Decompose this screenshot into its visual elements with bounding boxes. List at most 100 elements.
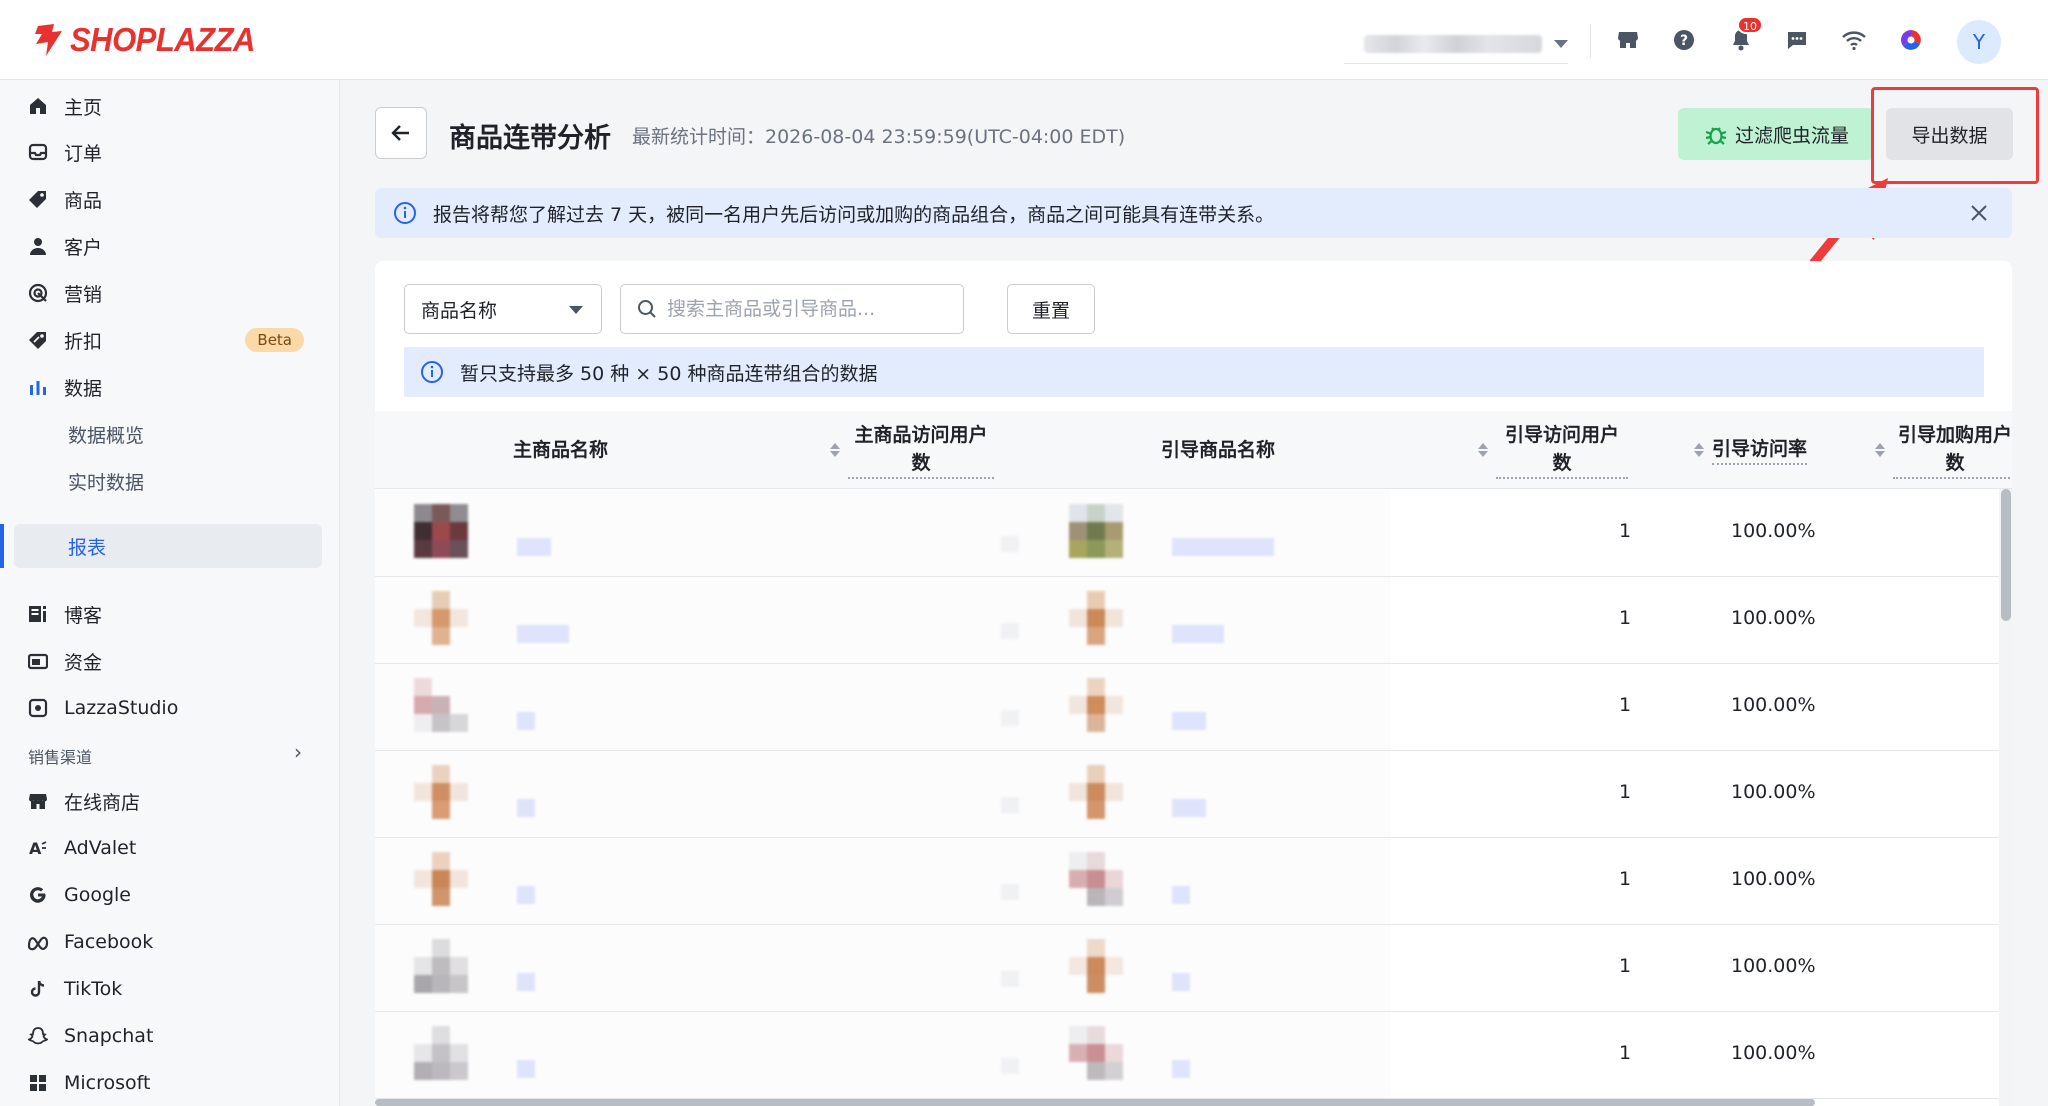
chevron-right-icon[interactable]: › [294,740,302,764]
guide-product-name-redacted [1172,538,1274,556]
redacted-value [1001,536,1019,552]
sidebar-item-data[interactable]: 数据 [14,365,322,409]
help-icon[interactable]: ? [1668,24,1700,56]
redacted-value [1001,1058,1019,1074]
sidebar-channel-facebook[interactable]: Facebook [14,920,322,964]
main-product-thumbnail [414,678,468,748]
shoplazza-logo-icon [35,24,62,56]
sidebar-item-label: 订单 [64,142,103,165]
sidebar-channel-advalet[interactable]: A AdValet [14,826,322,870]
brand-name: SHOPLAZZA [70,20,255,59]
limit-notice: 暂只支持最多 50 种 × 50 种商品连带组合的数据 [404,347,1984,397]
sidebar-item-discounts[interactable]: 折扣 Beta [14,318,322,362]
table-row[interactable]: 1 100.00% [375,664,2012,751]
column-main-product-visitors[interactable]: 主商品访问用户数 [830,411,994,489]
sidebar-item-lazzastudio[interactable]: LazzaStudio [14,686,322,730]
table-row[interactable]: 1 100.00% [375,751,2012,838]
guide-product-thumbnail [1069,678,1123,748]
search-icon [637,299,657,319]
sidebar-item-label: Facebook [64,931,154,953]
sidebar-item-home[interactable]: 主页 [14,84,322,128]
banner-text: 报告将帮您了解过去 7 天，被同一名用户先后访问或加购的商品组合，商品之间可能具… [433,203,1275,226]
table-row[interactable]: 1 100.00% [375,838,2012,925]
search-field-select[interactable]: 商品名称 [404,284,602,334]
table-row[interactable]: 1 100.00% [375,577,2012,664]
report-card: 商品名称 重置 暂只支持最多 50 种 × 50 种商品连带组合的数据 主商品名… [375,261,2012,1106]
column-guide-visitors[interactable]: 引导访问用户数 [1478,411,1628,489]
sidebar-item-marketing[interactable]: 营销 [14,271,322,315]
guide-visitors-cell: 1 [1619,1042,1632,1064]
google-icon [26,883,50,907]
sidebar-item-finance[interactable]: 资金 [14,639,322,683]
notification-badge: 10 [1737,16,1763,34]
table-row[interactable]: 1 100.00% [375,1012,2012,1099]
sidebar-item-customers[interactable]: 客户 [14,224,322,268]
guide-product-thumbnail [1069,504,1123,574]
horizontal-scrollbar[interactable] [375,1099,1815,1106]
svg-text:A: A [29,839,42,858]
redacted-area [375,925,1391,1011]
close-icon[interactable] [1966,200,1992,226]
sidebar-item-blog[interactable]: 博客 [14,592,322,636]
sidebar-item-label: Google [64,884,132,906]
notification-button[interactable]: 10 [1725,16,1763,56]
reset-button[interactable]: 重置 [1007,284,1095,334]
sidebar-channel-snapchat[interactable]: Snapchat [14,1014,322,1058]
guide-visitors-cell: 1 [1619,868,1632,890]
export-data-button[interactable]: 导出数据 [1886,108,2013,160]
last-updated-time: 最新统计时间：2026-08-04 23:59:59(UTC-04:00 EDT… [632,126,1126,148]
info-banner: 报告将帮您了解过去 7 天，被同一名用户先后访问或加购的商品组合，商品之间可能具… [375,188,2012,238]
color-wheel-icon[interactable] [1895,24,1927,56]
sort-icon [1875,443,1885,457]
tiktok-icon [26,977,50,1001]
column-guide-rate[interactable]: 引导访问率 [1694,411,1808,489]
guide-product-thumbnail [1069,591,1123,661]
sidebar-channel-microsoft[interactable]: Microsoft [14,1061,322,1105]
meta-icon [26,930,50,954]
sidebar-item-label: 数据 [64,377,103,400]
sidebar-item-orders[interactable]: 订单 [14,130,322,174]
wallet-icon [26,649,50,673]
search-box[interactable] [620,284,964,334]
search-input[interactable] [667,298,947,320]
sidebar-channel-online-store[interactable]: 在线商店 [14,779,322,823]
sidebar-channel-tiktok[interactable]: TikTok [14,967,322,1011]
table-row[interactable]: 1 100.00% [375,925,2012,1012]
redacted-value [1001,710,1019,726]
main-product-thumbnail [414,1026,468,1096]
store-selector[interactable] [1344,24,1568,64]
column-guide-product-name: 引导商品名称 [1161,411,1275,489]
sidebar-item-label: Microsoft [64,1072,151,1094]
svg-text:?: ? [1680,33,1688,49]
column-label: 主商品访问用户数 [848,421,994,479]
column-label: 主商品名称 [513,439,609,461]
sidebar-item-products[interactable]: 商品 [14,177,322,221]
store-name-redacted [1364,34,1542,53]
sidebar-channel-google[interactable]: Google [14,873,322,917]
guide-product-name-redacted [1172,1060,1190,1078]
store-icon[interactable] [1612,24,1644,56]
chat-icon[interactable] [1781,24,1813,56]
guide-product-thumbnail [1069,765,1123,835]
sales-channels-label: 销售渠道 [28,748,93,767]
guide-visitors-cell: 1 [1619,694,1632,716]
microsoft-icon [26,1071,50,1095]
vertical-scrollbar[interactable] [2001,489,2011,621]
wifi-icon[interactable] [1838,24,1870,56]
select-value: 商品名称 [421,299,498,322]
guide-rate-cell: 100.00% [1731,955,1816,977]
sidebar-subitem-reports[interactable]: 报表 [14,524,322,568]
user-avatar[interactable]: Y [1957,20,2001,64]
filter-bot-traffic-button[interactable]: 过滤爬虫流量 [1678,108,1874,160]
back-button[interactable] [375,107,427,159]
guide-product-name-redacted [1172,712,1206,730]
sidebar-subitem-realtime[interactable]: 实时数据 [14,459,322,503]
sidebar-item-label: AdValet [64,837,137,859]
table-row[interactable]: 1 100.00% [375,490,2012,577]
sidebar-subitem-label: 数据概览 [68,424,145,447]
sort-icon [1694,443,1704,457]
sidebar-subitem-data-overview[interactable]: 数据概览 [14,412,322,456]
shoplazza-logo[interactable]: SHOPLAZZA [32,20,255,60]
guide-product-thumbnail [1069,1026,1123,1096]
column-guide-addcart-users[interactable]: 引导加购用户数 [1875,411,2012,489]
